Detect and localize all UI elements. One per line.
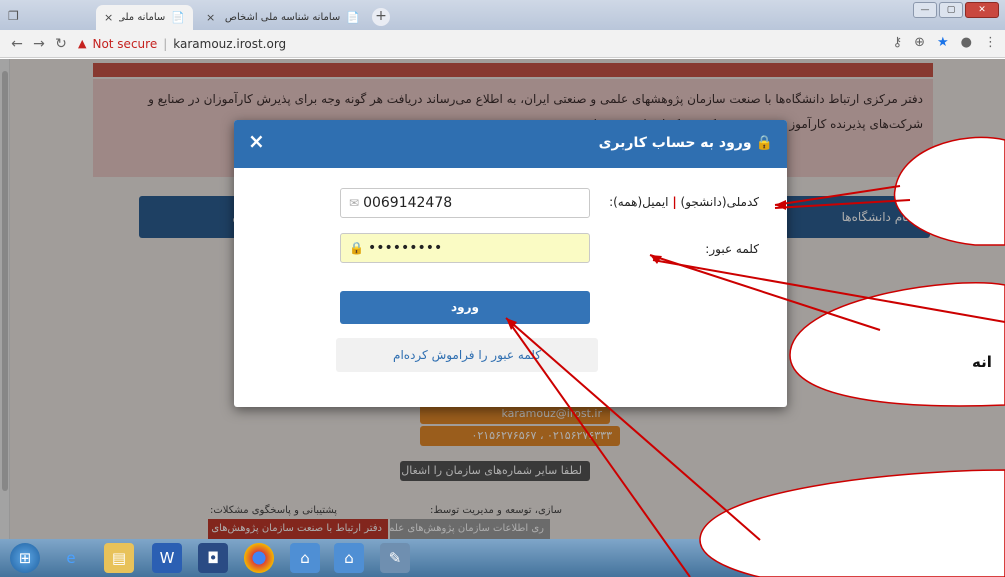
lock-icon: 🔒 bbox=[755, 135, 773, 151]
maximize-button[interactable]: ▢ bbox=[939, 2, 963, 18]
chrome-icon[interactable] bbox=[244, 543, 274, 573]
modal-title: 🔒ورود به حساب کاربری bbox=[599, 135, 773, 151]
start-icon[interactable]: ⊞ bbox=[10, 543, 40, 573]
account-icon[interactable]: ● bbox=[961, 35, 972, 50]
page-icon: 📄 bbox=[346, 11, 360, 24]
toolbar-actions: ⚷ ⊕ ★ ● ⋮ bbox=[893, 35, 997, 50]
username-input[interactable]: ✉ 0069142478 bbox=[340, 188, 590, 218]
page-icon: 📄 bbox=[171, 11, 185, 24]
address-bar[interactable]: ▲ Not secure | karamouz.irost.org bbox=[78, 37, 286, 51]
taskbar: ⊞ e ▤ W ◘ ⌂ ⌂ ✎ bbox=[0, 539, 1005, 577]
window-close-button[interactable]: ✕ bbox=[965, 2, 999, 18]
forward-arrow-icon[interactable]: → bbox=[28, 36, 50, 52]
not-secure-label: Not secure bbox=[92, 36, 158, 51]
window-controls: — ▢ ✕ bbox=[913, 2, 999, 18]
modal-header: 🔒ورود به حساب کاربری × bbox=[234, 120, 787, 168]
app-icon[interactable]: ⌂ bbox=[334, 543, 364, 573]
url-text: karamouz.irost.org bbox=[173, 36, 287, 51]
word-icon[interactable]: W bbox=[152, 543, 182, 573]
browser-tab-strip: ❐ 📄 سامانه ملی کارآموزی × 📄 سامانه شناسه… bbox=[0, 0, 1005, 30]
envelope-icon: ✉ bbox=[349, 196, 360, 210]
close-icon[interactable]: × bbox=[104, 11, 113, 24]
zoom-icon[interactable]: ⊕ bbox=[914, 35, 925, 50]
close-icon[interactable]: × bbox=[206, 11, 215, 24]
star-icon[interactable]: ★ bbox=[937, 35, 949, 50]
tab-label: سامانه ملی کارآموزی bbox=[119, 12, 166, 23]
username-label-suffix: ایمیل(همه): bbox=[609, 195, 669, 209]
ie-icon[interactable]: e bbox=[56, 543, 86, 573]
menu-icon[interactable]: ⋮ bbox=[984, 35, 997, 50]
password-label: کلمه عبور: bbox=[705, 242, 759, 256]
back-arrow-icon[interactable]: ← bbox=[6, 36, 28, 52]
modal-title-text: ورود به حساب کاربری bbox=[598, 135, 752, 151]
paint-icon[interactable]: ✎ bbox=[380, 543, 410, 573]
username-value: 0069142478 bbox=[363, 195, 453, 211]
reload-icon[interactable]: ↻ bbox=[50, 36, 72, 52]
new-tab-button[interactable]: + bbox=[372, 8, 390, 26]
login-modal: 🔒ورود به حساب کاربری × کدملی(دانشجو) | ا… bbox=[234, 120, 787, 407]
warning-icon: ▲ bbox=[78, 37, 87, 50]
forgot-password-link[interactable]: کلمه عبور را فراموش کرده‌ام bbox=[336, 338, 598, 372]
address-separator: | bbox=[163, 36, 168, 51]
username-label-separator: | bbox=[672, 195, 677, 209]
minimize-button[interactable]: — bbox=[913, 2, 937, 18]
folder-icon[interactable]: ▤ bbox=[104, 543, 134, 573]
tab-karamouz[interactable]: 📄 سامانه ملی کارآموزی × bbox=[96, 5, 193, 30]
username-label: کدملی(دانشجو) | ایمیل(همه): bbox=[609, 195, 759, 209]
lock-icon: 🔒 bbox=[349, 241, 364, 255]
app-icon[interactable]: ⌂ bbox=[290, 543, 320, 573]
password-input[interactable]: 🔒 ••••••••• bbox=[340, 233, 590, 263]
close-icon[interactable]: × bbox=[248, 131, 265, 151]
tab-label: سامانه شناسه ملی اشخاص حقوقی کشور bbox=[221, 12, 341, 23]
callout-text: انه bbox=[972, 353, 992, 371]
key-icon[interactable]: ⚷ bbox=[893, 35, 903, 50]
login-button[interactable]: ورود bbox=[340, 291, 590, 324]
tab-search-icon[interactable]: ❐ bbox=[8, 9, 19, 23]
username-label-prefix: کدملی(دانشجو) bbox=[680, 195, 759, 209]
password-value: ••••••••• bbox=[367, 240, 443, 256]
browser-toolbar: ← → ↻ ▲ Not secure | karamouz.irost.org … bbox=[0, 30, 1005, 58]
tab-legal-entity[interactable]: 📄 سامانه شناسه ملی اشخاص حقوقی کشور × bbox=[198, 5, 368, 30]
outlook-icon[interactable]: ◘ bbox=[198, 543, 228, 573]
